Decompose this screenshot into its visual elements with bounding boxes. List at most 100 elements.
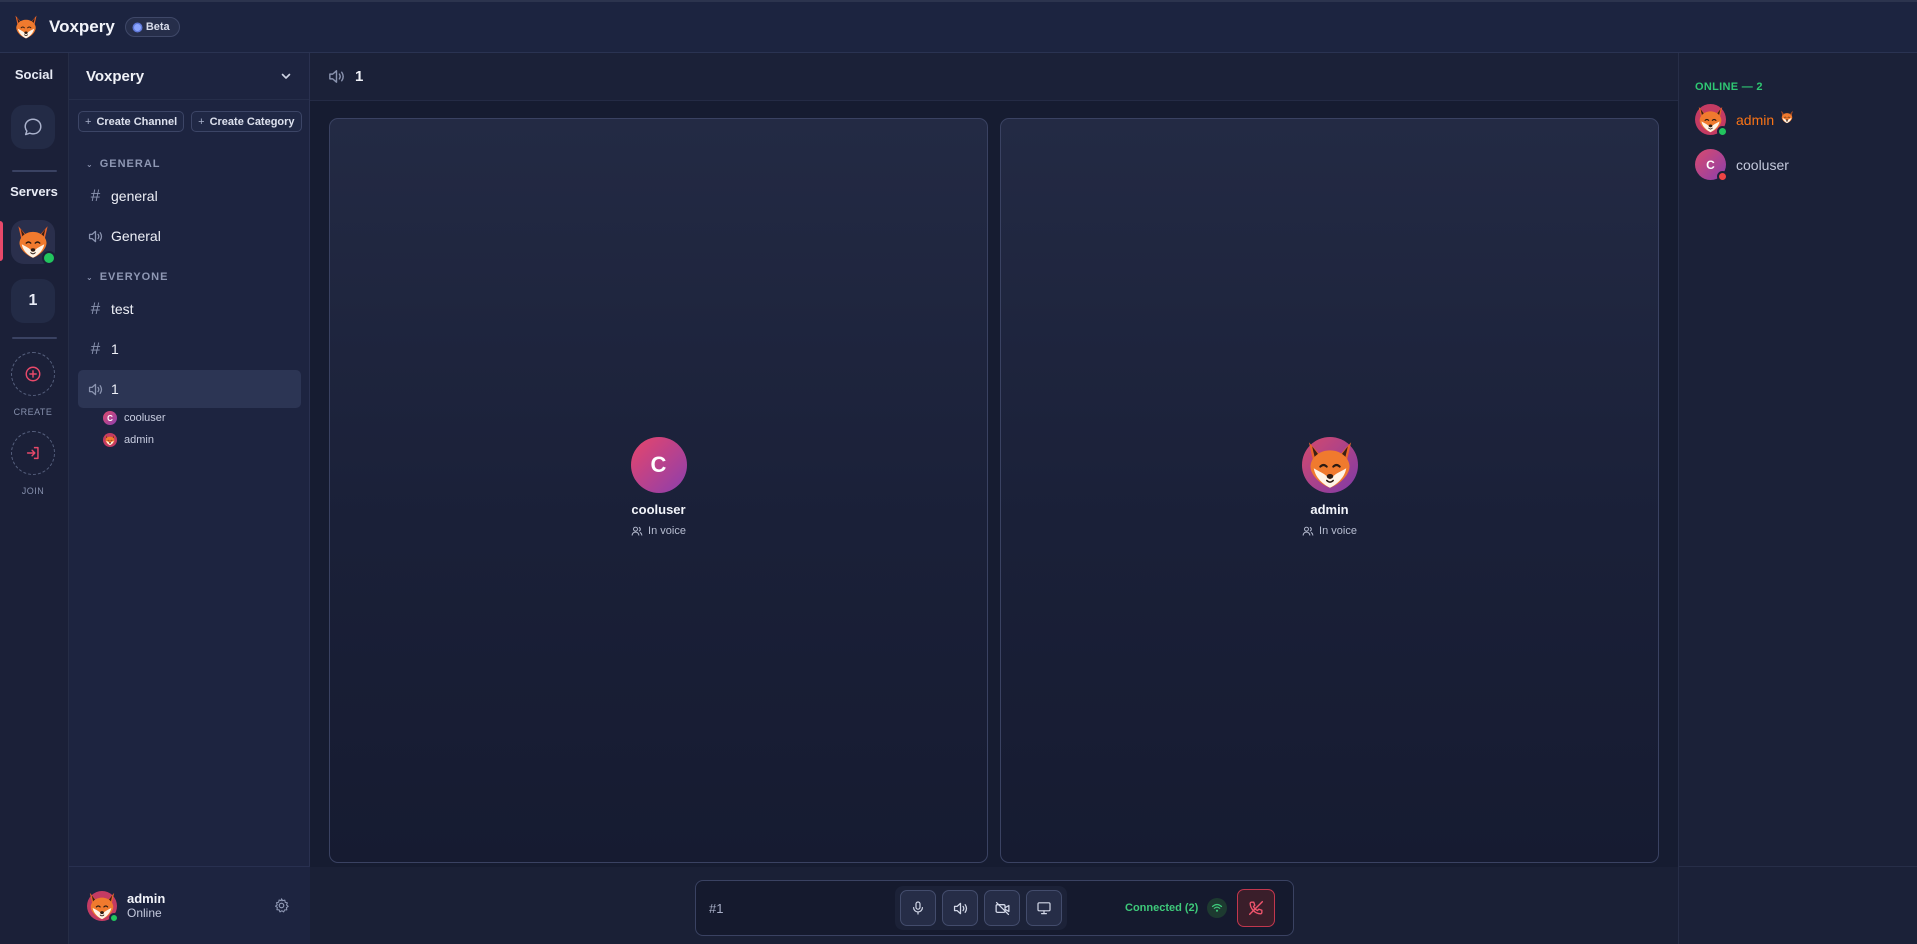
users-icon <box>1302 525 1314 537</box>
camera-off-icon <box>994 901 1010 915</box>
participant-info: C cooluser In voice <box>330 437 987 537</box>
participant-tile-cooluser[interactable]: C cooluser In voice <box>329 118 988 863</box>
fox-emoji-icon <box>1780 110 1794 124</box>
media-controls <box>895 886 1067 930</box>
channel-label: general <box>111 188 158 204</box>
divider <box>1678 866 1917 867</box>
create-channel-button[interactable]: + Create Channel <box>78 111 185 132</box>
hash-icon: # <box>90 339 101 358</box>
app-name: Voxpery <box>49 17 115 36</box>
channel-label: test <box>111 301 134 317</box>
status-dot <box>1717 126 1728 137</box>
participant-status-label: In voice <box>1319 525 1357 537</box>
avatar <box>1695 104 1728 137</box>
users-icon <box>631 525 643 537</box>
participant-tile-admin[interactable]: admin In voice <box>1000 118 1659 863</box>
active-server-indicator <box>0 221 3 261</box>
avatar: C <box>103 411 117 425</box>
category-label: GENERAL <box>99 158 161 170</box>
server-header[interactable]: Voxpery <box>69 53 309 100</box>
servers-label: Servers <box>10 184 58 199</box>
speaker-icon <box>87 381 104 398</box>
user-panel: admin Online <box>69 866 310 944</box>
social-chat-button[interactable] <box>11 105 55 149</box>
rail-divider <box>12 170 57 172</box>
server-voxpery-button[interactable] <box>11 220 56 265</box>
avatar-initial: C <box>1706 157 1715 172</box>
avatar: C <box>630 437 687 493</box>
social-label: Social <box>14 67 54 82</box>
channel-title: 1 <box>355 68 364 85</box>
join-server-button[interactable] <box>11 431 55 475</box>
channel-actions: + Create Channel + Create Category <box>69 100 309 132</box>
plus-icon: + <box>85 115 92 128</box>
create-category-button[interactable]: + Create Category <box>191 111 302 132</box>
speaker-icon <box>952 900 969 917</box>
plus-icon: + <box>198 115 205 128</box>
server-status-dot <box>42 251 56 265</box>
member-list: ONLINE — 2 admin C cooluser <box>1678 53 1917 944</box>
create-channel-label: Create Channel <box>96 115 178 128</box>
avatar: C <box>1695 149 1728 182</box>
chat-bubble-icon <box>24 118 42 136</box>
server-1-button[interactable]: 1 <box>11 279 55 323</box>
avatar <box>1301 437 1358 493</box>
mute-mic-button[interactable] <box>900 890 936 926</box>
phone-hangup-icon <box>1249 900 1264 916</box>
rail-divider <box>12 337 57 339</box>
connection-status: Connected (2) <box>1125 902 1199 914</box>
participant-status: In voice <box>1302 525 1357 537</box>
member-name: admin <box>1736 111 1775 128</box>
app-root: Voxpery Beta Social Servers 1 CREATE JOI… <box>0 0 1917 944</box>
login-icon <box>26 446 39 460</box>
server-name: Voxpery <box>86 67 145 85</box>
top-bar: Voxpery Beta <box>0 0 1917 53</box>
member-cooluser[interactable]: C cooluser <box>1695 149 1789 182</box>
deafen-button[interactable] <box>942 890 978 926</box>
channel-voice-general[interactable]: General <box>78 217 301 255</box>
channel-label: 1 <box>111 341 119 357</box>
create-label: CREATE <box>13 407 53 417</box>
fox-avatar-icon <box>1304 439 1356 491</box>
participant-name: admin <box>1310 502 1349 517</box>
screen-share-button[interactable] <box>1026 890 1062 926</box>
user-status: Online <box>127 906 162 920</box>
voice-stage: C cooluser In voice admin In voice <box>310 101 1678 867</box>
fox-avatar-icon <box>104 434 116 446</box>
camera-toggle-button[interactable] <box>984 890 1020 926</box>
fox-logo-icon <box>13 14 39 40</box>
gear-icon[interactable] <box>273 897 290 914</box>
channel-label: General <box>111 228 161 244</box>
category-general[interactable]: ⌄ GENERAL <box>86 158 160 170</box>
wifi-icon <box>1212 903 1223 912</box>
channel-voice-1[interactable]: 1 <box>78 370 301 408</box>
beta-badge: Beta <box>124 17 180 37</box>
join-label: JOIN <box>21 486 45 496</box>
avatar[interactable] <box>87 890 119 923</box>
plus-circle-icon <box>25 366 41 382</box>
category-everyone[interactable]: ⌄ EVERYONE <box>86 271 168 283</box>
chevron-down-icon: ⌄ <box>86 159 94 169</box>
voice-user-admin[interactable]: admin <box>103 433 154 447</box>
participant-status-label: In voice <box>648 525 686 537</box>
beta-dot-icon <box>133 23 141 31</box>
avatar <box>103 433 117 447</box>
fox-badge-icon <box>1780 110 1794 129</box>
channel-text-test[interactable]: # test <box>78 290 301 328</box>
disconnect-button[interactable] <box>1237 889 1276 927</box>
channel-text-1[interactable]: # 1 <box>78 330 301 368</box>
channel-text-general[interactable]: # general <box>78 177 301 215</box>
speaker-icon <box>87 228 104 245</box>
speaker-icon <box>327 67 346 86</box>
member-admin[interactable]: admin <box>1695 104 1794 137</box>
voice-user-cooluser[interactable]: C cooluser <box>103 411 166 425</box>
user-info: admin Online <box>117 891 165 920</box>
channel-sidebar: Voxpery + Create Channel + Create Catego… <box>69 53 310 944</box>
signal-indicator[interactable] <box>1207 898 1228 918</box>
create-server-button[interactable] <box>11 352 55 396</box>
hash-icon: # <box>90 299 101 318</box>
hash-icon: # <box>90 186 101 205</box>
channel-label: 1 <box>111 381 119 397</box>
user-name: admin <box>127 891 166 906</box>
participant-name: cooluser <box>631 502 686 517</box>
